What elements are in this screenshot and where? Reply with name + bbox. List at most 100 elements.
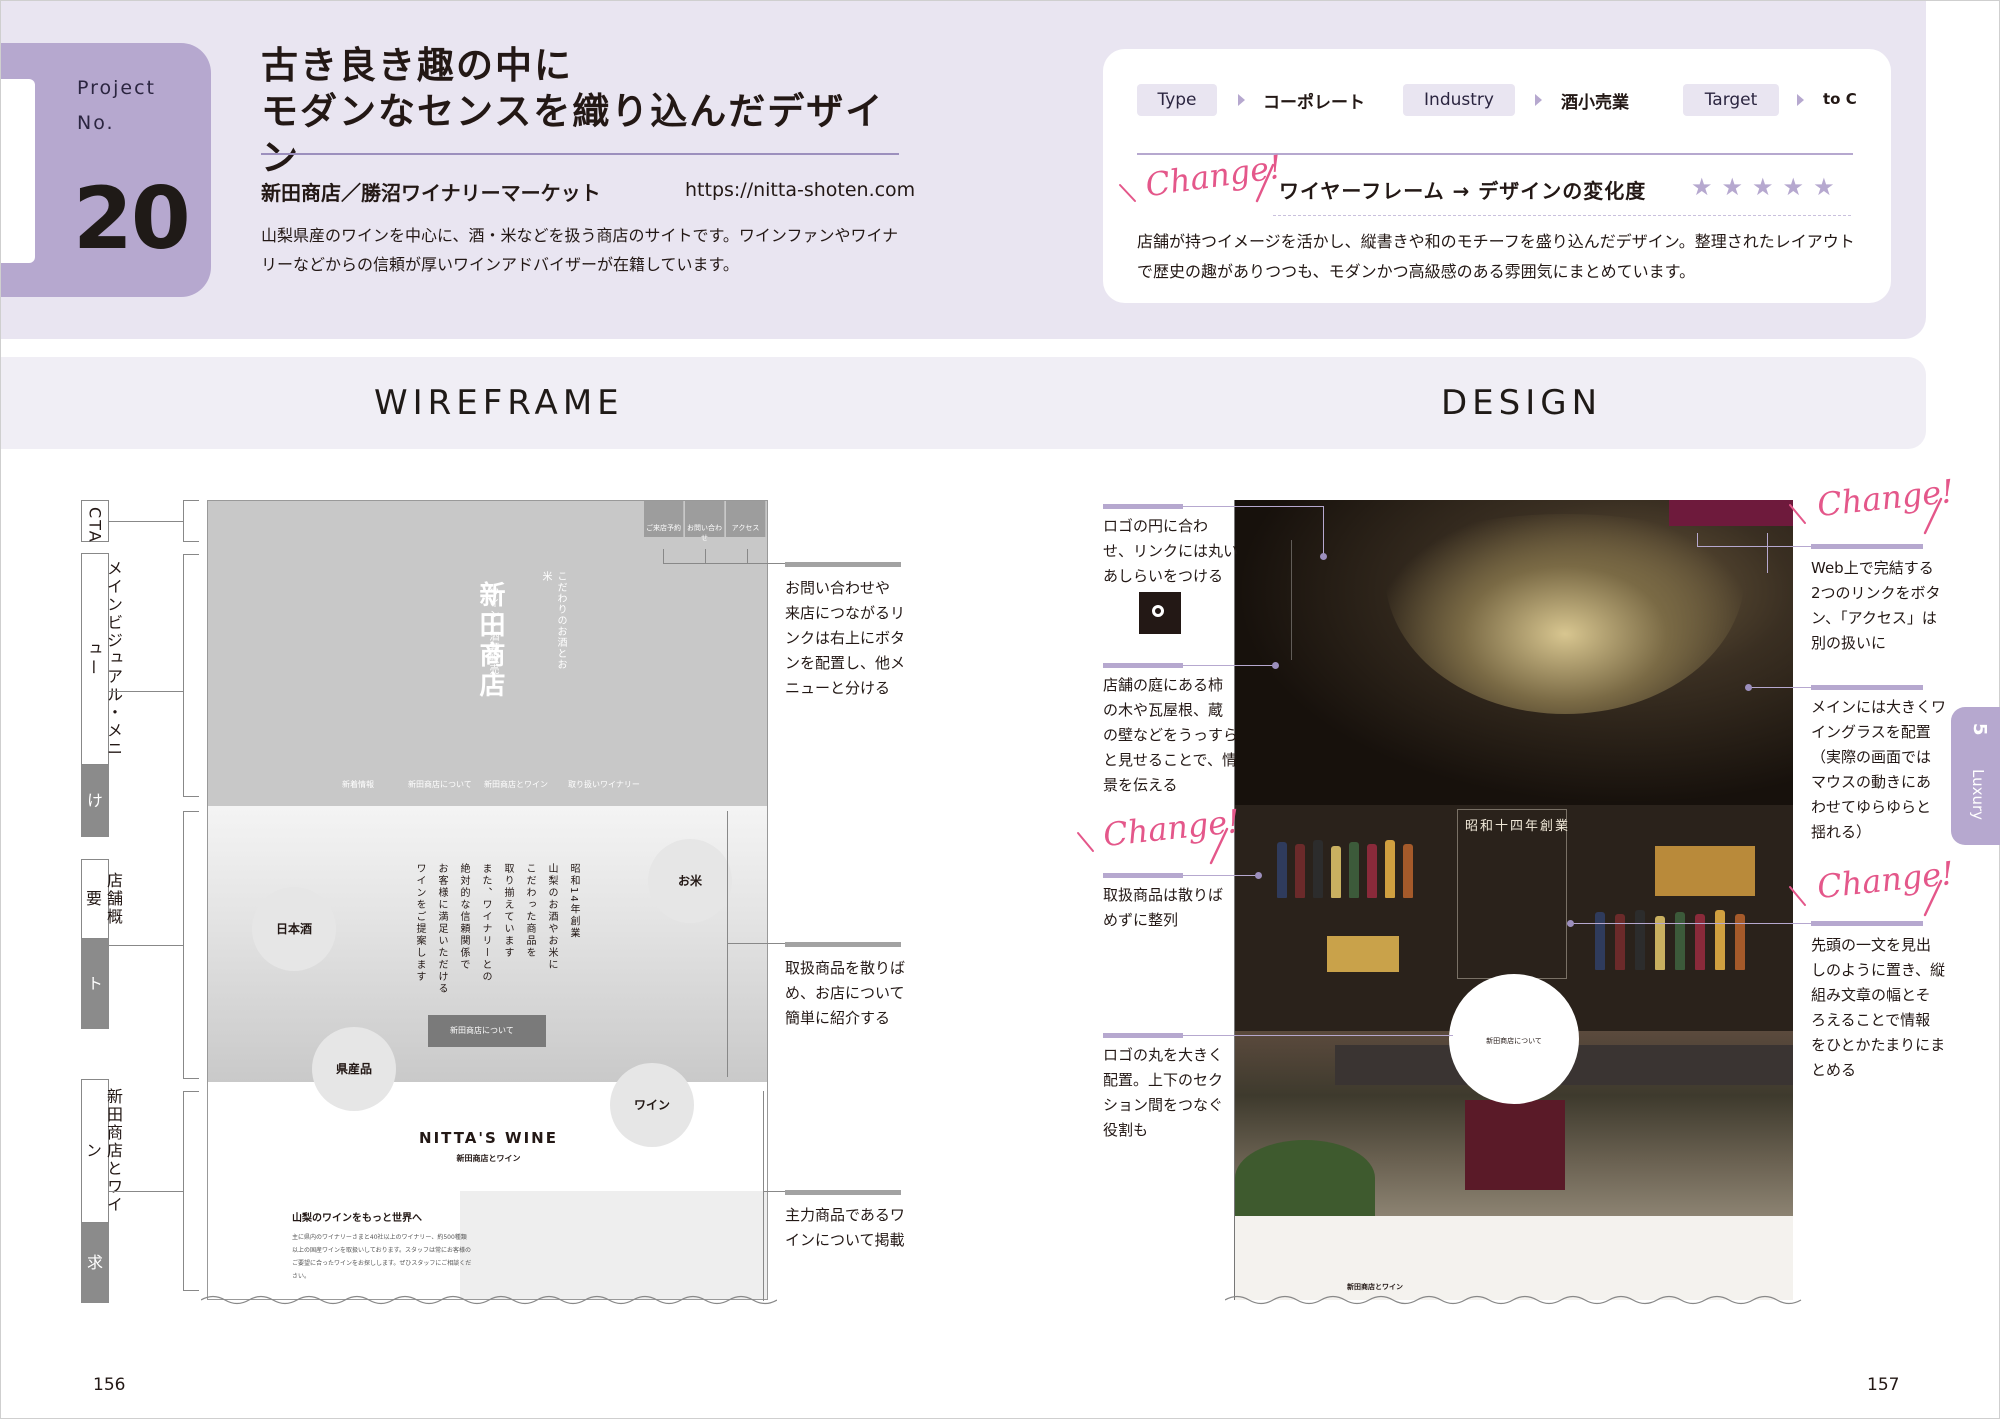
ds-about-circle[interactable]: 新田商店について (1449, 974, 1579, 1104)
project-description: 山梨県産のワインを中心に、酒・米などを扱う商店のサイトです。ワインファンやワイナ… (261, 226, 899, 274)
bottle-image (1331, 846, 1341, 898)
connector-line (763, 1091, 764, 1301)
client-url[interactable]: https://nitta-shoten.com (685, 179, 915, 201)
note-bar (785, 1190, 901, 1195)
pink-stroke-icon (1789, 886, 1806, 906)
note-bar (1811, 544, 1923, 549)
ds-cta-buttons[interactable] (1669, 500, 1793, 526)
bottle-image (1675, 912, 1685, 970)
wf-column-body: 主に県内のワイナリーさまと40社以上のワイナリー、約500種類以上の国産ワインを… (292, 1234, 472, 1280)
bottle-image (1715, 910, 1725, 970)
ds-footer-title: 新田商店とワイン (1347, 1283, 1403, 1291)
rating-stars: ★★★★★ (1691, 173, 1844, 201)
connector-line (1697, 546, 1811, 547)
wf-cta-contact[interactable]: お問い合わせ (685, 501, 725, 542)
wf-cta-reserve[interactable]: ご来店予約 (644, 501, 684, 537)
wf-concept-text: ワインをご提案します (414, 863, 425, 983)
ds-noren-shape (1465, 1100, 1565, 1190)
triangle-icon (1238, 94, 1245, 106)
shop-tag: コンセプト (81, 939, 127, 1029)
main-visual-tag: 印象付け (81, 765, 127, 837)
wf-menu-item[interactable]: 新着情報 (342, 779, 374, 790)
connector-line (1183, 506, 1323, 507)
page-number-left: 156 (93, 1375, 126, 1395)
note-bar (1811, 921, 1923, 926)
wireframe-mockup: ご来店予約 お問い合わせ アクセス こだわりのお酒とお米 新田商店 ワイン・酒類… (207, 500, 768, 1300)
pink-stroke-icon (1209, 827, 1229, 865)
chapter-tab: 5 Luxury (1951, 707, 2000, 845)
ds-note-glass: メインには大きくワ イングラスを配置 （実際の画面では マウスの動きにあ わせて… (1811, 698, 1947, 841)
connector-line (109, 1191, 183, 1192)
ds-note-logo: ロゴの円に合わ せ、リンクには丸い あしらいをつける (1103, 517, 1239, 585)
ds-shop-title: 昭和十四年創業 (1465, 819, 1571, 834)
wf-concept-text: こだわった商品を (524, 863, 535, 959)
wireframe-heading: WIREFRAME (374, 383, 624, 423)
connector-line (763, 1191, 785, 1192)
design-mockup: 昭和十四年創業 新田商店について 新田商店とワイン (1235, 500, 1793, 1300)
note-bar (1103, 873, 1183, 878)
bottle-image (1313, 840, 1323, 898)
anchor-dot (1255, 872, 1262, 879)
connector-line (747, 549, 748, 563)
connector-line (663, 549, 664, 563)
bracket (183, 1091, 199, 1291)
ds-frame-edge (1234, 500, 1235, 1300)
wf-note-wine: 主力商品であるワ インについて掲載 (785, 1206, 905, 1249)
bracket (183, 554, 199, 797)
connector-line (663, 563, 785, 564)
project-label: Project No. (77, 77, 157, 134)
ds-note-cta: Web上で完結する 2つのリンクをボタ ン、「アクセス」は 別の扱いに (1811, 559, 1941, 652)
bottle-image (1655, 916, 1665, 970)
bottle-image (1367, 844, 1377, 898)
industry-value: 酒小売業 (1561, 93, 1629, 113)
card-dashed-divider (1273, 215, 1851, 216)
target-value: to C (1823, 90, 1857, 108)
wf-concept-text: 絶対的な信頼関係で (458, 863, 469, 971)
wine-tag: 特徴訴求 (81, 1223, 127, 1303)
client-name: 新田商店／勝沼ワイナリーマーケット (261, 181, 601, 205)
page-number-right: 157 (1867, 1375, 1900, 1395)
chapter-word: Luxury (1969, 769, 1987, 821)
design-heading: DESIGN (1441, 383, 1603, 423)
wf-wine-title: NITTA'S WINE (419, 1129, 558, 1147)
triangle-icon (1797, 94, 1804, 106)
note-bar (1103, 504, 1183, 509)
wf-cta-access[interactable]: アクセス (726, 501, 766, 537)
wf-note-shop: 取扱商品を散りば め、お店について 簡単に紹介する (785, 959, 906, 1027)
connector-line (1569, 923, 1811, 924)
pink-stroke-icon (1119, 184, 1136, 202)
ds-note-garden: 店舗の庭にある柿 の木や瓦屋根、蔵 の壁などをうっすら と見せることで、情 景を… (1103, 676, 1239, 794)
bottle-image (1595, 912, 1605, 970)
wf-circle-rice: お米 (648, 839, 732, 923)
connector-line (109, 691, 183, 692)
wf-about-button[interactable]: 新田商店について (428, 1015, 546, 1047)
title-divider (261, 153, 899, 155)
connector-line (727, 811, 728, 1077)
type-value: コーポレート (1263, 93, 1365, 113)
bottle-image (1403, 844, 1413, 898)
connector-line (705, 549, 706, 563)
project-title: 古き良き趣の中に モダンなセンスを織り込んだデザイン (261, 44, 885, 179)
info-card: Type コーポレート Industry 酒小売業 Target to C Ch… (1103, 49, 1891, 303)
industry-tag: Industry (1403, 84, 1515, 116)
wf-menu-item[interactable]: 新田商店とワイン (484, 779, 548, 790)
ds-wine-section (1235, 1216, 1793, 1300)
connector-line (1183, 875, 1259, 876)
connector-line (1697, 533, 1698, 547)
anchor-dot (1320, 553, 1327, 560)
connector-line (1323, 506, 1324, 556)
triangle-icon (1535, 94, 1542, 106)
note-bar (1811, 685, 1923, 690)
wf-menu-item[interactable]: 取り扱いワイナリー (568, 779, 640, 790)
wf-concept-text: また、ワイナリーとの (480, 863, 491, 983)
ds-note-products: 取扱商品は散りば めずに整列 (1103, 886, 1224, 929)
bracket (183, 500, 199, 542)
wf-circle-sake: 日本酒 (252, 887, 336, 971)
bottle-image (1295, 844, 1305, 898)
ds-tree-shape (1235, 1140, 1375, 1216)
anchor-dot (1745, 684, 1752, 691)
connector-line (727, 943, 785, 944)
type-tag: Type (1137, 84, 1217, 116)
wf-menu-item[interactable]: 新田商店について (408, 779, 472, 790)
project-number: 20 (73, 169, 191, 269)
